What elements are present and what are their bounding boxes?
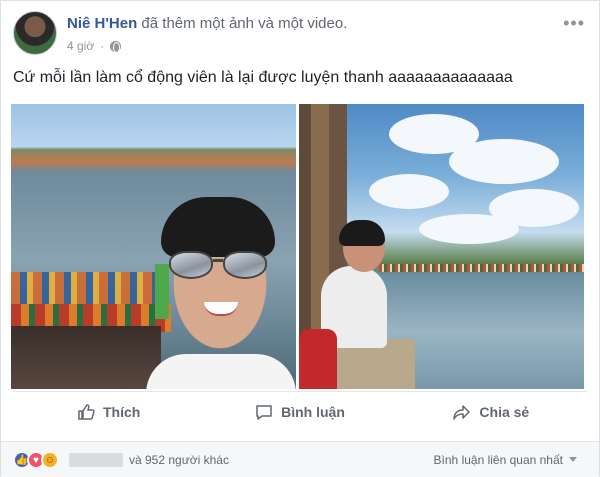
share-label: Chia sẻ (479, 404, 530, 420)
post-action-text: đã thêm một ảnh và một video. (141, 15, 347, 32)
video-red-shirt (299, 329, 337, 389)
post-meta: 4 giờ · (67, 39, 122, 53)
author-name[interactable]: Niê H'Hen (67, 15, 137, 32)
comment-sort-label: Bình luận liên quan nhất (433, 453, 563, 467)
post-timestamp[interactable]: 4 giờ (67, 39, 94, 53)
divider (13, 391, 587, 392)
more-options-icon[interactable]: ••• (563, 13, 585, 34)
photo-spectators (11, 326, 161, 389)
comment-icon (256, 405, 272, 420)
post-action-label: đã thêm một ảnh và một video. (141, 15, 348, 32)
comment-sort-dropdown[interactable]: Bình luận liên quan nhất (434, 453, 577, 467)
comment-label: Bình luận (281, 404, 345, 420)
reaction-icons[interactable]: 👍 ♥ ☺ (13, 451, 59, 469)
photo-shirt (146, 354, 296, 389)
photo-hair (161, 197, 275, 257)
redacted-name (69, 453, 123, 467)
video-crowd (379, 264, 584, 272)
dot-separator: · (100, 39, 105, 53)
action-bar: Thích Bình luận Chia sẻ (13, 393, 587, 431)
share-icon (453, 405, 471, 420)
haha-icon: ☺ (41, 451, 59, 469)
post-video[interactable] (299, 104, 584, 389)
video-person-hair (339, 220, 385, 246)
author-avatar[interactable] (13, 11, 57, 55)
post-header: Niê H'Hen đã thêm một ảnh và một video. (67, 15, 347, 32)
reaction-count[interactable]: và 952 người khác (129, 453, 229, 467)
chevron-down-icon (569, 457, 577, 462)
post-text: Cứ mỗi lần làm cổ động viên là lại được … (13, 69, 513, 86)
post-footer: 👍 ♥ ☺ và 952 người khác Bình luận liên q… (1, 441, 599, 477)
post-card: Niê H'Hen đã thêm một ảnh và một video. … (0, 0, 600, 477)
like-button[interactable]: Thích (13, 393, 204, 431)
globe-icon[interactable] (110, 40, 122, 53)
comment-button[interactable]: Bình luận (204, 393, 395, 431)
photo-sunglasses (169, 251, 269, 281)
post-photo[interactable] (11, 104, 296, 389)
share-button[interactable]: Chia sẻ (396, 393, 587, 431)
thumbs-up-icon (78, 404, 95, 420)
like-label: Thích (102, 404, 141, 420)
